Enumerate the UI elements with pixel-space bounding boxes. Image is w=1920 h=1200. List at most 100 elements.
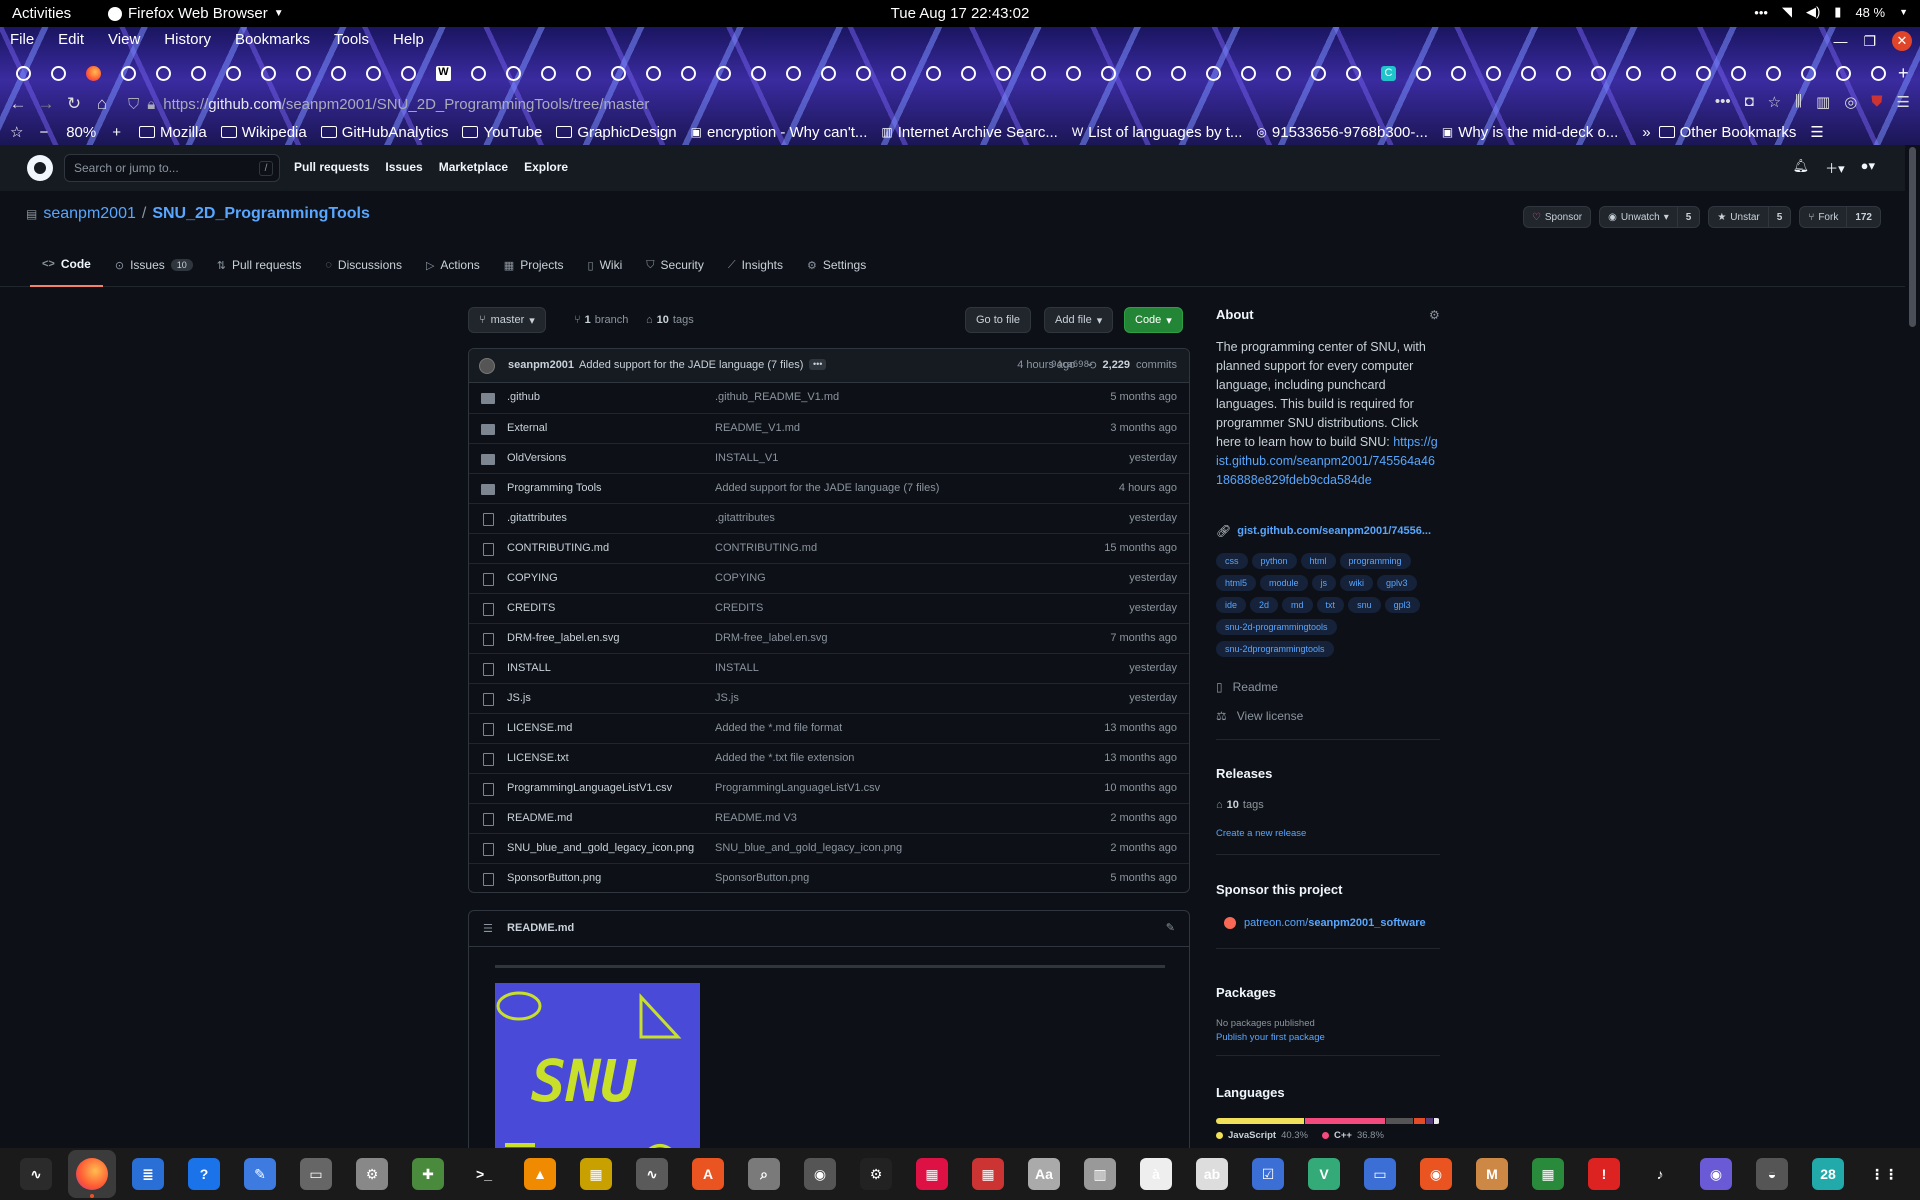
dock-vim[interactable]: V [1296, 1148, 1352, 1200]
page-actions-icon[interactable]: ••• [1715, 93, 1731, 111]
add-file-button[interactable]: Add file ▾ [1044, 307, 1114, 333]
minimize-button[interactable]: — [1833, 33, 1847, 49]
file-row[interactable]: LICENSE.txt Added the *.txt file extensio… [469, 743, 1189, 773]
browser-tab[interactable] [1581, 61, 1616, 85]
unstar-button[interactable]: ★ Unstar 5 [1708, 206, 1792, 228]
fork-count[interactable]: 172 [1846, 207, 1880, 227]
browser-tab[interactable] [1161, 61, 1196, 85]
new-tab-button[interactable]: + [1898, 63, 1909, 84]
language-legend-item[interactable]: JavaScript 40.3% [1216, 1130, 1308, 1141]
file-row[interactable]: SponsorButton.png SponsorButton.png 5 mont… [469, 863, 1189, 892]
dock-mixer[interactable]: ◒ [1744, 1148, 1800, 1200]
dock-spreadsheet[interactable]: ▦ [1520, 1148, 1576, 1200]
browser-tab[interactable] [846, 61, 881, 85]
menu-view[interactable]: View [108, 31, 140, 48]
topic-tag[interactable]: gplv3 [1377, 575, 1417, 591]
topic-tag[interactable]: gpl3 [1384, 597, 1420, 613]
dock-font[interactable]: Aa [1016, 1148, 1072, 1200]
browser-tab[interactable] [1266, 61, 1301, 85]
menu-bookmarks[interactable]: Bookmarks [235, 31, 310, 48]
dock-ubuntu[interactable]: ◉ [1408, 1148, 1464, 1200]
tab-insights[interactable]: ⟋ Insights [716, 243, 795, 287]
browser-tab[interactable] [741, 61, 776, 85]
browser-tab[interactable] [1196, 61, 1231, 85]
topic-tag[interactable]: html [1300, 553, 1336, 569]
menu-file[interactable]: File [10, 31, 34, 48]
file-row[interactable]: DRM-free_label.en.svg DRM-free_label.en.s… [469, 623, 1189, 653]
dock-plot[interactable]: ∿ [624, 1148, 680, 1200]
file-name[interactable]: SponsorButton.png [507, 872, 601, 884]
file-name[interactable]: External [507, 422, 547, 434]
file-commit-message[interactable]: DRM-free_label.en.svg [715, 632, 828, 644]
avatar[interactable] [479, 358, 495, 374]
topic-tag[interactable]: html5 [1216, 575, 1257, 591]
packages-heading[interactable]: Packages [1216, 985, 1276, 1000]
dock-alert[interactable]: ! [1576, 1148, 1632, 1200]
language-segment[interactable] [1426, 1118, 1433, 1124]
file-commit-message[interactable]: SNU_blue_and_gold_legacy_icon.png [715, 842, 902, 854]
code-button[interactable]: Code ▾ [1124, 307, 1183, 333]
more-icon[interactable]: ••• [1754, 5, 1768, 20]
releases-heading[interactable]: Releases [1216, 766, 1272, 781]
file-commit-message[interactable]: README.md V3 [715, 812, 797, 824]
dock-games[interactable]: ✚ [400, 1148, 456, 1200]
scrollbar-thumb[interactable] [1909, 147, 1916, 327]
readme-title[interactable]: README.md [507, 922, 574, 934]
browser-tab[interactable] [531, 61, 566, 85]
file-name[interactable]: .github [507, 391, 540, 403]
file-commit-message[interactable]: INSTALL_V1 [715, 452, 778, 464]
bookmark-star-icon[interactable]: ☆ [1768, 93, 1781, 111]
file-name[interactable]: OldVersions [507, 452, 566, 464]
dock-apps-grid[interactable]: ⋮⋮ [1856, 1148, 1912, 1200]
browser-tab[interactable] [566, 61, 601, 85]
file-commit-message[interactable]: Added the *.md file format [715, 722, 842, 734]
ublock-icon[interactable]: ⛊ [1871, 93, 1882, 111]
file-name[interactable]: INSTALL [507, 662, 551, 674]
publish-package-link[interactable]: Publish your first package [1216, 1032, 1325, 1043]
tags-link[interactable]: ⌂ 10 tags [646, 314, 694, 326]
license-link[interactable]: ⚖ View license [1216, 709, 1303, 723]
app-menu[interactable]: Firefox Web Browser ▼ [108, 5, 284, 22]
file-row[interactable]: INSTALL INSTALL yesterday [469, 653, 1189, 683]
file-row[interactable]: CREDITS CREDITS yesterday [469, 593, 1189, 623]
browser-tab[interactable] [1441, 61, 1476, 85]
browser-tab[interactable] [1476, 61, 1511, 85]
browser-tab[interactable] [1861, 61, 1896, 85]
browser-tab[interactable] [286, 61, 321, 85]
file-name[interactable]: JS.js [507, 692, 531, 704]
watch-count[interactable]: 5 [1676, 207, 1700, 227]
maximize-button[interactable]: ❐ [1863, 33, 1876, 50]
browser-tab[interactable] [1021, 61, 1056, 85]
topic-tag[interactable]: md [1282, 597, 1313, 613]
file-row[interactable]: SNU_blue_and_gold_legacy_icon.png SNU_blu… [469, 833, 1189, 863]
other-bookmarks[interactable]: Other Bookmarks [1658, 124, 1796, 141]
page-scrollbar[interactable] [1905, 145, 1920, 1148]
commit-expand-button[interactable]: ••• [809, 359, 827, 370]
topic-tag[interactable]: js [1311, 575, 1337, 591]
file-name[interactable]: .gitattributes [507, 512, 567, 524]
create-new-icon[interactable]: ＋▾ [1825, 158, 1845, 177]
file-row[interactable]: ProgrammingLanguageListV1.csv Programming… [469, 773, 1189, 803]
file-commit-message[interactable]: JS.js [715, 692, 739, 704]
browser-tab[interactable] [601, 61, 636, 85]
github-logo-icon[interactable] [27, 155, 53, 181]
bookmark-item[interactable]: W List of languages by t... [1072, 124, 1243, 141]
browser-tab[interactable] [251, 61, 286, 85]
commit-count[interactable]: 2,229 [1103, 359, 1131, 372]
tab-pull-requests[interactable]: ⇅ Pull requests [205, 243, 314, 287]
search-input[interactable]: Search or jump to... / [64, 154, 280, 182]
release-tags-link[interactable]: ⌂ 10 tags [1216, 799, 1264, 811]
topic-tag[interactable]: programming [1339, 553, 1411, 569]
repo-owner[interactable]: seanpm2001 [43, 205, 136, 223]
topic-tag[interactable]: ide [1216, 597, 1247, 613]
menu-edit[interactable]: Edit [58, 31, 84, 48]
topic-tag[interactable]: snu [1348, 597, 1381, 613]
file-name[interactable]: CONTRIBUTING.md [507, 542, 609, 554]
file-commit-message[interactable]: Added the *.txt file extension [715, 752, 854, 764]
url-bar[interactable]: ⛉ 🔒︎ https://github.com/seanpm2001/SNU_2… [128, 92, 1738, 116]
browser-tab[interactable]: W [426, 61, 461, 85]
browser-tab[interactable] [1686, 61, 1721, 85]
file-row[interactable]: OldVersions INSTALL_V1 yesterday [469, 443, 1189, 473]
file-row[interactable]: External README_V1.md 3 months ago [469, 413, 1189, 443]
tab-actions[interactable]: ▷ Actions [414, 243, 492, 287]
